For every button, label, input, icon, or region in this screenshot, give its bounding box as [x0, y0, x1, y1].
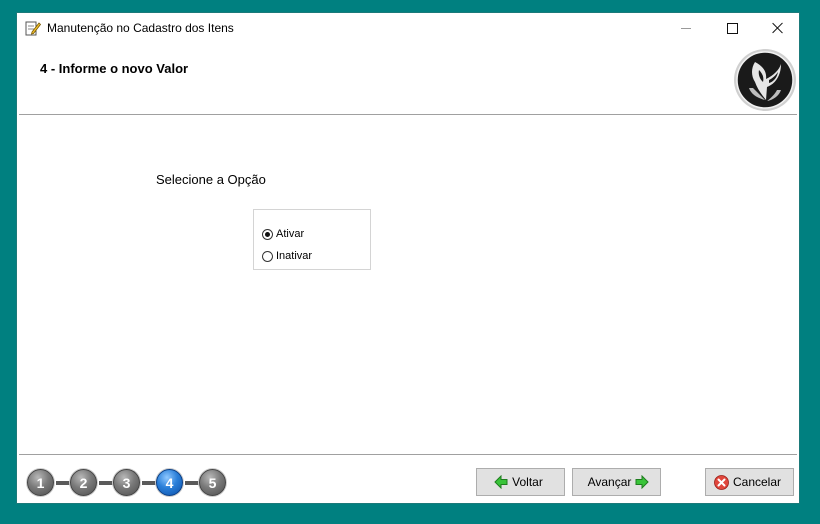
- minimize-button[interactable]: [663, 13, 709, 43]
- step-2: 2: [70, 469, 97, 496]
- step-4-current: 4: [156, 469, 183, 496]
- option-prompt: Selecione a Opção: [156, 172, 266, 187]
- close-icon: [772, 22, 784, 34]
- app-edit-icon: [25, 21, 41, 36]
- step-1: 1: [27, 469, 54, 496]
- cancel-button[interactable]: Cancelar: [705, 468, 794, 496]
- next-button-label: Avançar: [587, 475, 632, 489]
- brand-logo: [734, 49, 796, 111]
- maximize-button[interactable]: [709, 13, 755, 43]
- wizard-step-indicator: 1 2 3 4 5: [25, 468, 235, 498]
- footer-separator: [19, 454, 797, 455]
- step-connector: [142, 481, 156, 485]
- cancel-icon: [714, 474, 729, 490]
- radio-button-checked[interactable]: [262, 228, 273, 240]
- maximize-icon: [726, 22, 738, 34]
- step-connector: [185, 481, 199, 485]
- back-button[interactable]: Voltar: [476, 468, 565, 496]
- window-title: Manutenção no Cadastro dos Itens: [47, 21, 234, 35]
- radio-button-unchecked[interactable]: [262, 250, 273, 262]
- step-5: 5: [199, 469, 226, 496]
- radio-label-ativar[interactable]: Ativar: [276, 228, 304, 240]
- step-connector: [56, 481, 70, 485]
- back-button-label: Voltar: [512, 475, 543, 489]
- header-separator: [19, 114, 797, 115]
- next-button[interactable]: Avançar: [572, 468, 661, 496]
- radio-inativar[interactable]: Inativar: [262, 247, 312, 265]
- step-title: 4 - Informe o novo Valor: [40, 61, 189, 76]
- cancel-button-label: Cancelar: [732, 475, 782, 489]
- minimize-icon: [681, 27, 691, 29]
- radio-dot: [265, 231, 270, 237]
- radio-label-inativar[interactable]: Inativar: [276, 250, 312, 262]
- step-connector: [99, 481, 113, 485]
- arrow-left-icon: [494, 475, 508, 489]
- wizard-window: Manutenção no Cadastro dos Itens 4 - Inf…: [16, 12, 800, 504]
- close-button[interactable]: [755, 13, 801, 43]
- radio-ativar[interactable]: Ativar: [262, 225, 304, 243]
- step-3: 3: [113, 469, 140, 496]
- option-group: Ativar Inativar: [253, 209, 371, 270]
- title-bar[interactable]: Manutenção no Cadastro dos Itens: [17, 13, 799, 43]
- arrow-right-icon: [635, 475, 650, 489]
